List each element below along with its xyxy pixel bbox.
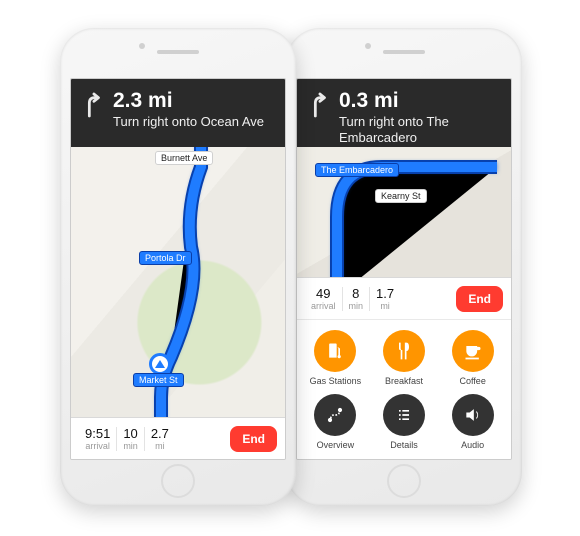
menu-label: Breakfast [385,376,423,386]
stat-value: 9:51 [85,427,110,440]
home-button[interactable] [161,464,195,498]
distance-label: 0.3 mi [339,89,501,112]
menu-item-gas[interactable]: Gas Stations [301,326,370,390]
menu-label: Overview [317,440,355,450]
menu-label: Coffee [459,376,485,386]
end-button[interactable]: End [456,286,503,312]
menu-item-overview[interactable]: Overview [301,390,370,454]
gas-pump-icon [314,330,356,372]
stat-arrival: 9:51 arrival [79,427,116,451]
phone-left: 2.3 mi Turn right onto Ocean Ave Burnett… [60,28,296,506]
fork-knife-icon [383,330,425,372]
stat-unit: min [123,442,138,451]
stat-unit: mi [380,302,390,311]
menu-item-breakfast[interactable]: Breakfast [370,326,439,390]
screen-left: 2.3 mi Turn right onto Ocean Ave Burnett… [70,78,286,460]
stats-bar: 9:51 arrival 10 min 2.7 mi End [71,417,285,459]
map-view[interactable]: The Embarcadero Kearny St [297,147,511,277]
map-label-market: Market St [133,373,184,387]
banner-text: 2.3 mi Turn right onto Ocean Ave [113,89,275,130]
instruction-label: Turn right onto Ocean Ave [113,114,275,130]
stat-value: 1.7 [376,287,394,300]
stat-time: 10 min [116,427,144,451]
navigation-menu-sheet: 49 arrival 8 min 1.7 mi End G [297,277,511,459]
banner-text: 0.3 mi Turn right onto The Embarcadero [339,89,501,145]
menu-item-coffee[interactable]: Coffee [438,326,507,390]
phone-right: 0.3 mi Turn right onto The Embarcadero T… [286,28,522,506]
home-button[interactable] [387,464,421,498]
stat-value: 8 [352,287,359,300]
stat-value: 49 [316,287,330,300]
turn-right-icon [81,91,105,119]
menu-stats-row: 49 arrival 8 min 1.7 mi End [297,278,511,320]
list-icon [383,394,425,436]
current-location-marker [149,353,171,375]
stat-value: 10 [123,427,137,440]
map-view[interactable]: Burnett Ave Portola Dr Market St [71,147,285,417]
menu-label: Details [390,440,418,450]
stat-unit: mi [155,442,165,451]
turn-right-icon [307,91,331,119]
end-button[interactable]: End [230,426,277,452]
menu-item-audio[interactable]: Audio [438,390,507,454]
coffee-cup-icon [452,330,494,372]
distance-label: 2.3 mi [113,89,275,112]
menu-item-details[interactable]: Details [370,390,439,454]
stat-unit: arrival [85,442,110,451]
screen-right: 0.3 mi Turn right onto The Embarcadero T… [296,78,512,460]
map-label-portola: Portola Dr [139,251,192,265]
speaker-icon [452,394,494,436]
nav-banner: 2.3 mi Turn right onto Ocean Ave [71,79,285,147]
route-overview-icon [314,394,356,436]
stat-unit: arrival [311,302,336,311]
instruction-label: Turn right onto The Embarcadero [339,114,501,145]
stat-distance: 2.7 mi [144,427,175,451]
map-label-burnett: Burnett Ave [155,151,213,165]
menu-grid: Gas Stations Breakfast Coffee [297,320,511,460]
stat-time: 8 min [342,287,370,311]
stat-value: 2.7 [151,427,169,440]
map-label-embarcadero: The Embarcadero [315,163,399,177]
stat-unit: min [349,302,364,311]
menu-label: Audio [461,440,484,450]
stat-distance: 1.7 mi [369,287,400,311]
stat-arrival: 49 arrival [305,287,342,311]
nav-banner: 0.3 mi Turn right onto The Embarcadero [297,79,511,157]
menu-label: Gas Stations [310,376,362,386]
map-label-kearny: Kearny St [375,189,427,203]
